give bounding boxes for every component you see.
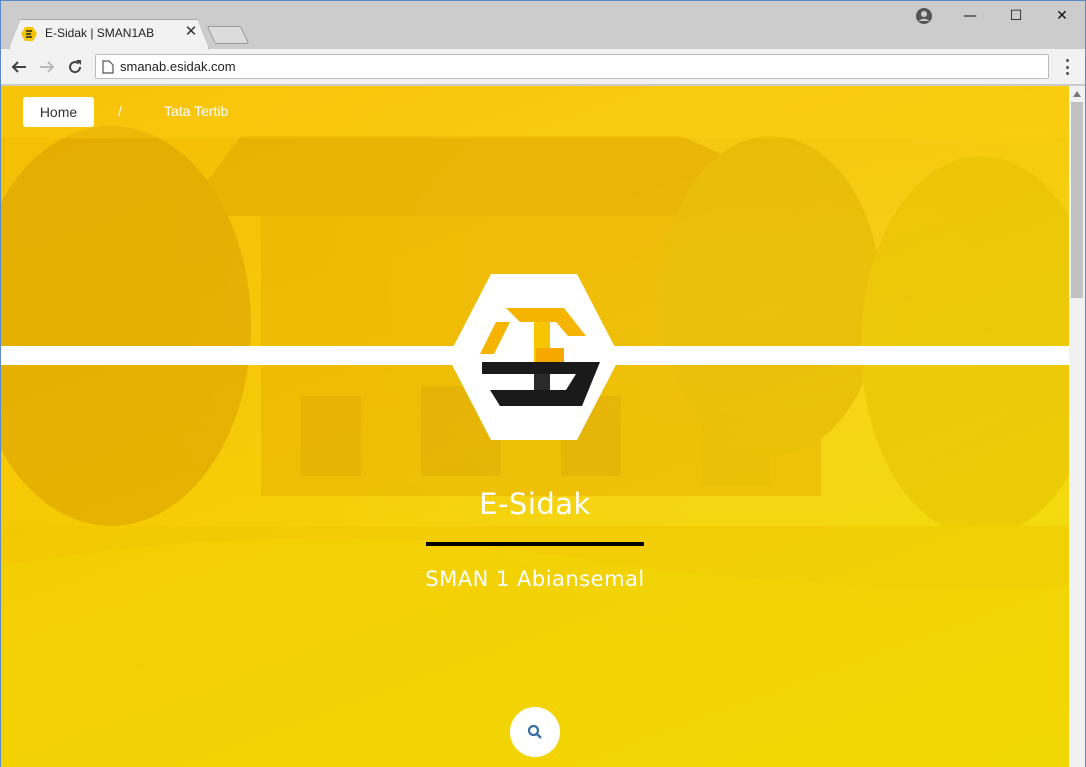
- close-window-button[interactable]: ✕: [1039, 1, 1085, 31]
- title-bar: E-Sidak | SMAN1AB ✕ — ☐ ✕: [1, 1, 1085, 49]
- scroll-up-button[interactable]: [1069, 86, 1085, 102]
- back-button[interactable]: [7, 55, 31, 79]
- browser-toolbar: smanab.esidak.com: [1, 49, 1085, 85]
- nav-tata-tertib-link[interactable]: Tata Tertib: [164, 103, 228, 119]
- reload-icon: [69, 60, 82, 74]
- logo-icon: [448, 274, 620, 440]
- tab-title: E-Sidak | SMAN1AB: [45, 26, 155, 40]
- page-icon: [102, 60, 114, 74]
- breadcrumb-separator: /: [118, 103, 122, 119]
- url-text: smanab.esidak.com: [120, 59, 236, 74]
- stripe-right: [607, 346, 1069, 365]
- brand-subtitle: SMAN 1 Abiansemal: [425, 567, 645, 591]
- stripe-left: [1, 346, 461, 365]
- scroll-up-icon: [1073, 91, 1081, 97]
- minimize-button[interactable]: —: [947, 1, 993, 31]
- search-icon: [527, 724, 542, 739]
- brand-title: E-Sidak: [479, 487, 591, 521]
- account-icon[interactable]: [915, 7, 933, 25]
- vertical-scrollbar[interactable]: [1069, 86, 1085, 767]
- scroll-thumb[interactable]: [1071, 102, 1083, 298]
- page-viewport: Home / Tata Tertib E-Sidak SMAN 1 Abians…: [1, 86, 1069, 767]
- back-arrow-icon: [11, 61, 26, 73]
- maximize-button[interactable]: ☐: [993, 1, 1039, 31]
- browser-window: E-Sidak | SMAN1AB ✕ — ☐ ✕ smanab.esidak.…: [0, 0, 1086, 767]
- search-button[interactable]: [510, 707, 560, 757]
- forward-button[interactable]: [35, 55, 59, 79]
- new-tab-button[interactable]: [206, 26, 250, 44]
- tab-close-button[interactable]: ✕: [183, 23, 199, 39]
- site-navbar: Home / Tata Tertib: [1, 86, 1069, 138]
- brand-underline: [426, 542, 644, 546]
- favicon-icon: [21, 27, 37, 41]
- forward-arrow-icon: [40, 61, 55, 73]
- address-bar[interactable]: smanab.esidak.com: [95, 54, 1049, 79]
- nav-home-button[interactable]: Home: [23, 97, 94, 127]
- reload-button[interactable]: [63, 55, 87, 79]
- menu-dots-icon[interactable]: [1059, 57, 1075, 77]
